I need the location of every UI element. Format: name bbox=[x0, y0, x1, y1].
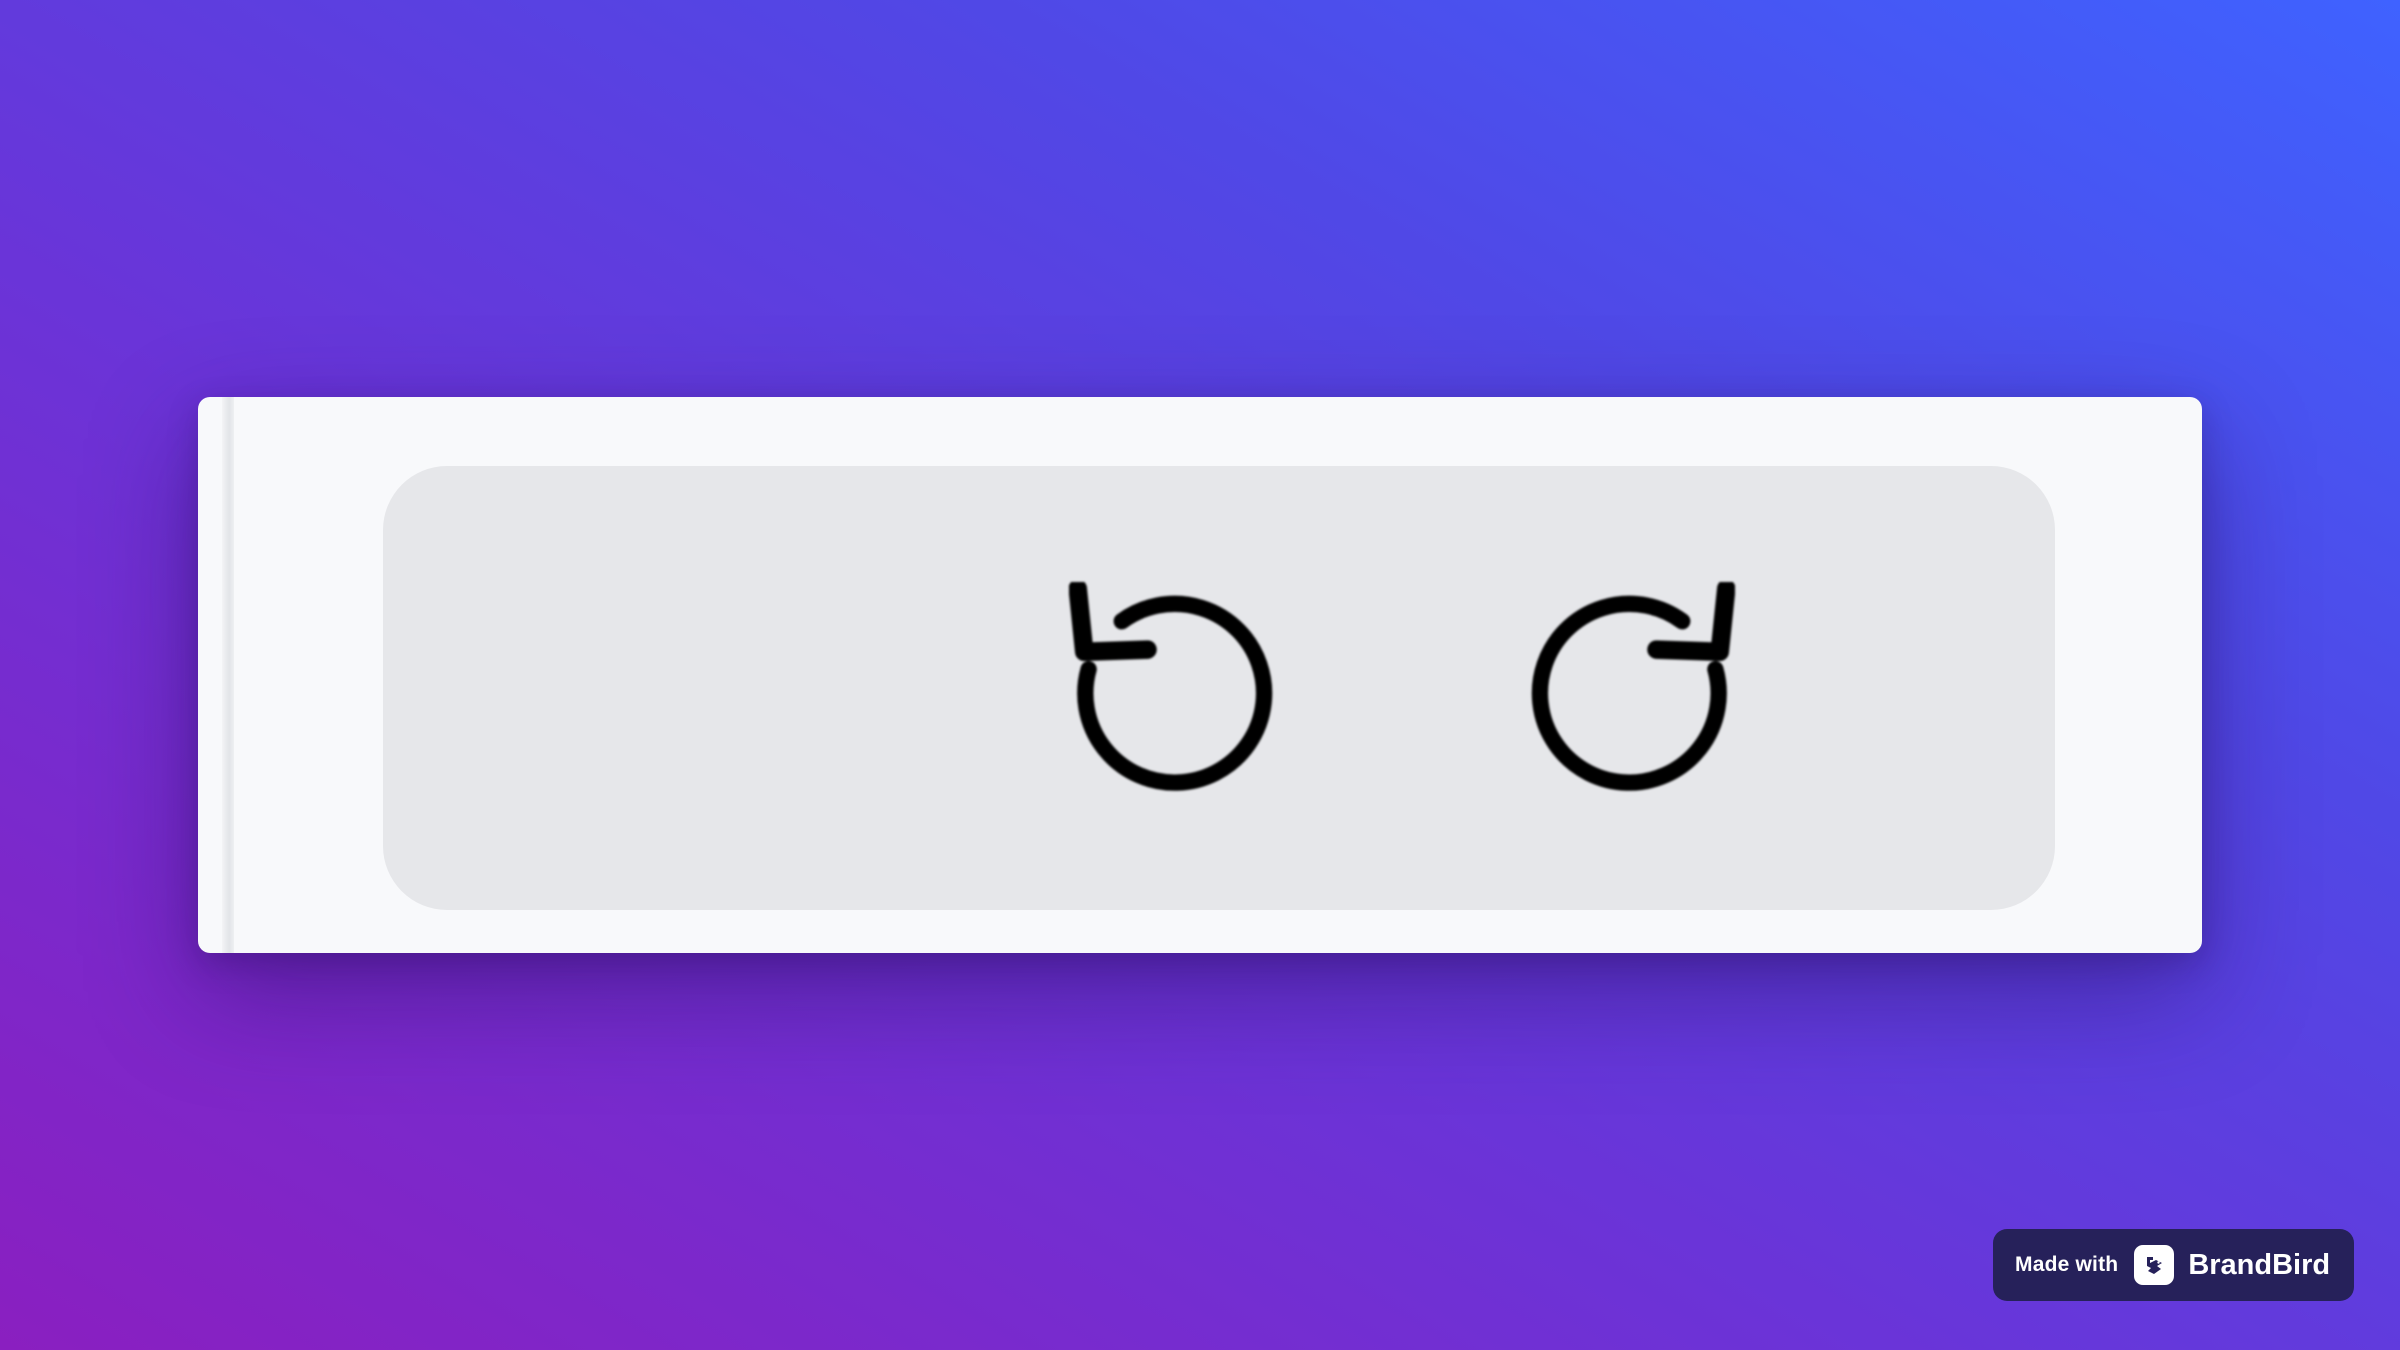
undo-button[interactable] bbox=[1063, 576, 1293, 806]
brand-name-label: BrandBird bbox=[2188, 1248, 2331, 1281]
undo-icon bbox=[1069, 582, 1273, 791]
redo-button[interactable] bbox=[1511, 576, 1741, 806]
toolbar-card bbox=[198, 397, 2202, 953]
made-with-label: Made with bbox=[2015, 1253, 2119, 1276]
redo-icon bbox=[1531, 582, 1735, 791]
card-edge-divider bbox=[222, 397, 234, 953]
brandbird-logo-icon bbox=[2134, 1245, 2175, 1285]
made-with-brandbird-badge[interactable]: Made with BrandBird bbox=[1993, 1229, 2354, 1301]
undo-redo-toolbar bbox=[383, 466, 2055, 910]
